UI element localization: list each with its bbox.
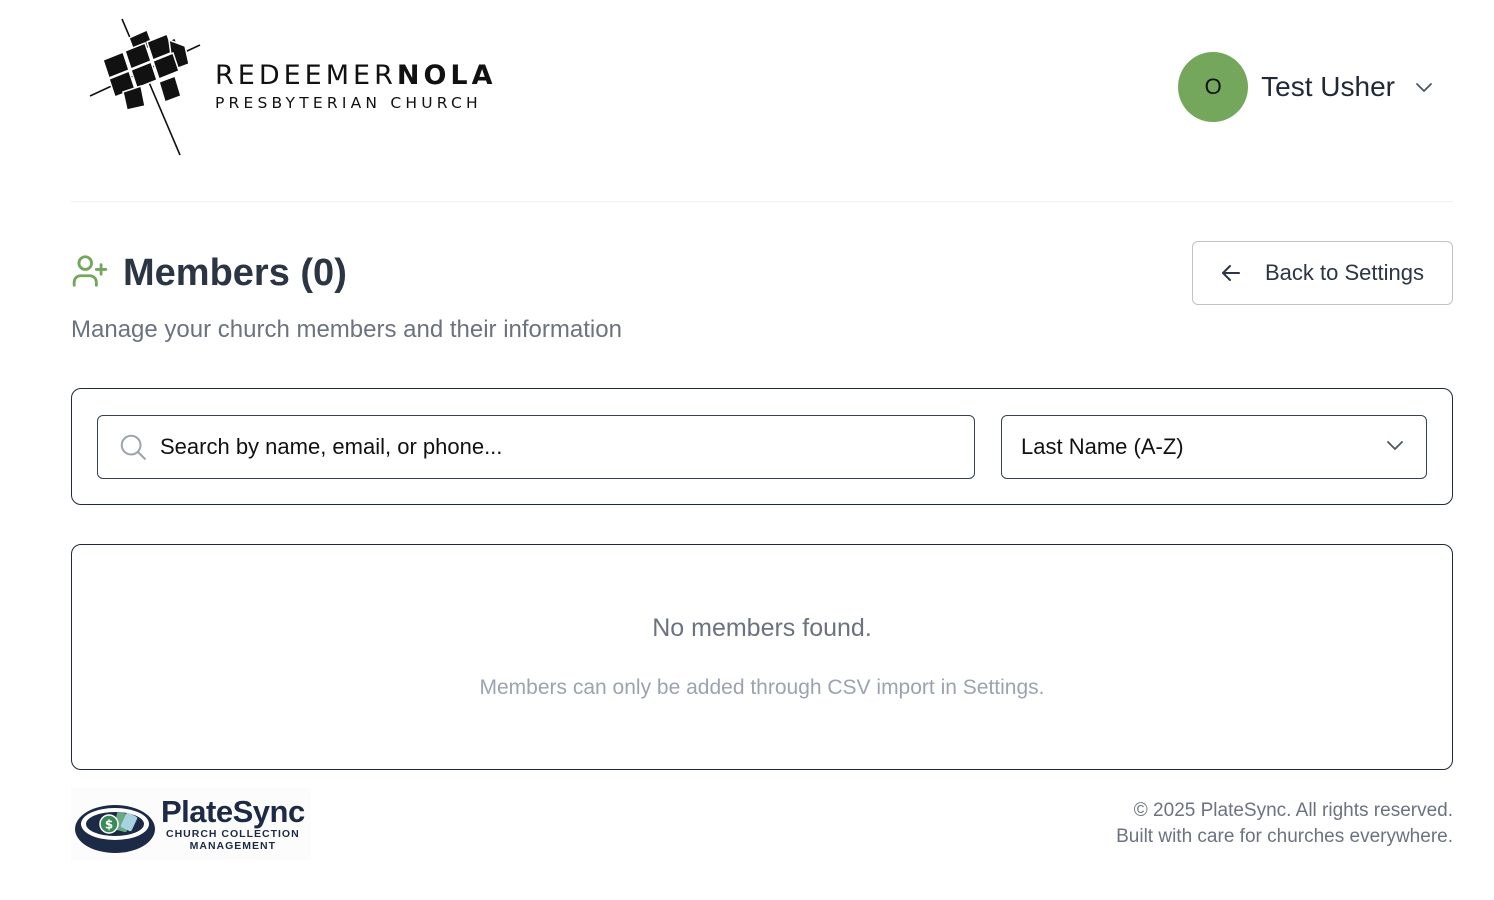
search-box[interactable]	[97, 415, 975, 479]
church-logo-mark-icon	[89, 18, 201, 156]
church-name-line1: REDEEMERNOLA	[215, 59, 497, 91]
avatar: O	[1178, 51, 1249, 122]
arrow-left-icon	[1219, 261, 1243, 285]
platesync-logo: $ PlateSync CHURCH COLLECTION MANAGEMENT	[71, 788, 311, 860]
church-name-bold: NOLA	[396, 59, 497, 91]
app-header: REDEEMERNOLA PRESBYTERIAN CHURCH O Test …	[71, 0, 1453, 202]
sort-select[interactable]: Last Name (A-Z)	[1001, 415, 1427, 479]
chevron-down-icon[interactable]	[1415, 81, 1433, 93]
back-to-settings-label: Back to Settings	[1265, 260, 1424, 285]
collection-plate-icon: $	[75, 805, 155, 853]
empty-state-note: Members can only be added through CSV im…	[479, 676, 1045, 699]
user-name: Test Usher	[1261, 70, 1395, 102]
brand-tagline-line2: MANAGEMENT	[189, 840, 277, 852]
page-heading: Members (0)	[71, 250, 347, 296]
chevron-down-icon	[1386, 438, 1404, 456]
church-name-light: REDEEMER	[215, 59, 397, 91]
sort-select-value: Last Name (A-Z)	[1021, 434, 1184, 459]
church-logo[interactable]: REDEEMERNOLA PRESBYTERIAN CHURCH	[89, 16, 499, 158]
church-name-line2: PRESBYTERIAN CHURCH	[215, 93, 482, 112]
empty-state-title: No members found.	[652, 614, 872, 642]
page-subtitle: Manage your church members and their inf…	[71, 316, 622, 343]
page-title: Members (0)	[123, 251, 347, 294]
back-to-settings-button[interactable]: Back to Settings	[1192, 241, 1453, 305]
brand-tagline-line1: CHURCH COLLECTION	[166, 828, 300, 840]
user-menu[interactable]: O Test Usher	[1178, 51, 1433, 122]
footer-tagline: Built with care for churches everywhere.	[1116, 826, 1453, 847]
platesync-brand: PlateSync CHURCH COLLECTION MANAGEMENT	[161, 794, 305, 853]
members-results-card: No members found. Members can only be ad…	[71, 544, 1453, 770]
user-plus-icon	[71, 252, 109, 295]
footer-text: © 2025 PlateSync. All rights reserved. B…	[1116, 798, 1453, 850]
brand-name: PlateSync	[161, 794, 305, 829]
svg-text:$: $	[105, 818, 113, 832]
search-input[interactable]	[160, 434, 940, 460]
filter-card: Last Name (A-Z)	[71, 388, 1453, 505]
copyright-text: © 2025 PlateSync. All rights reserved.	[1133, 800, 1453, 821]
church-name: REDEEMERNOLA PRESBYTERIAN CHURCH	[215, 59, 497, 114]
search-icon	[118, 432, 148, 462]
